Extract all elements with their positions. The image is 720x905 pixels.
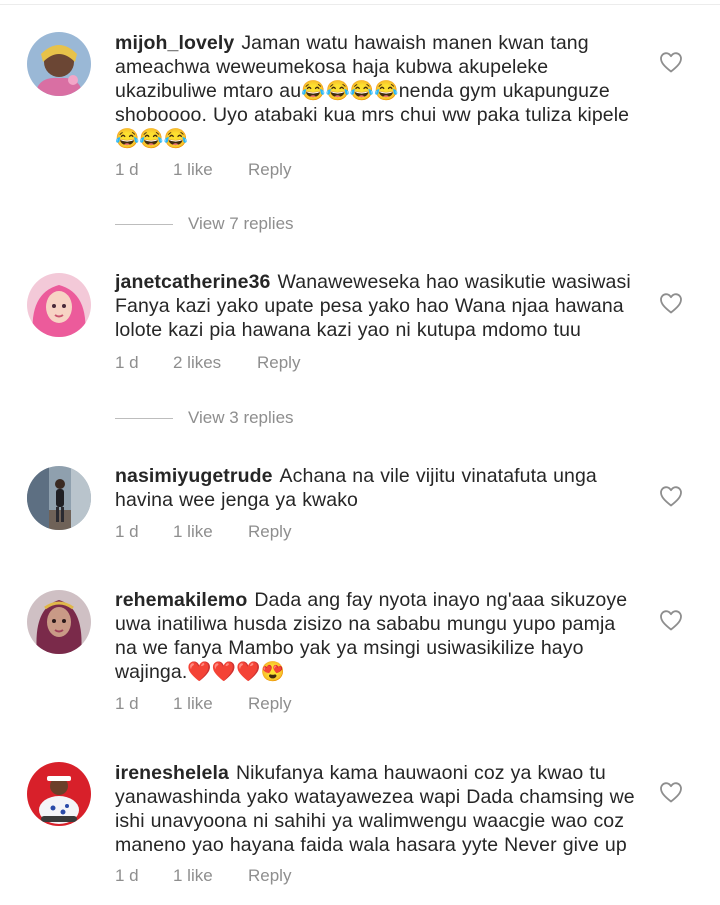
avatar[interactable] <box>27 32 91 96</box>
timestamp: 1 d <box>115 160 139 179</box>
top-divider <box>0 4 720 5</box>
avatar[interactable] <box>27 762 91 826</box>
likes-count[interactable]: 1 like <box>173 521 213 543</box>
username[interactable]: nasimiyugetrude <box>115 465 273 487</box>
comment-text: mijoh_lovely Jaman watu hawaish manen kwa… <box>115 32 630 150</box>
like-heart-icon[interactable] <box>659 485 683 507</box>
comment-text: rehemakilemo Dada ang fay nyota inayo ng'… <box>115 589 628 683</box>
username[interactable]: ireneshelela <box>115 762 229 784</box>
reply-button[interactable]: Reply <box>248 521 291 543</box>
likes-count[interactable]: 1 like <box>173 159 213 181</box>
username[interactable]: janetcatherine36 <box>115 271 271 293</box>
username[interactable]: mijoh_lovely <box>115 32 234 54</box>
avatar[interactable] <box>27 466 91 530</box>
likes-count[interactable]: 2 likes <box>173 352 221 374</box>
reply-button[interactable]: Reply <box>257 352 300 374</box>
avatar[interactable] <box>27 273 91 337</box>
avatar[interactable] <box>27 590 91 654</box>
comment-text: ireneshelela Nikufanya kama hauwaoni coz … <box>115 762 635 856</box>
view-replies-button[interactable]: View 3 replies <box>188 407 294 429</box>
like-heart-icon[interactable] <box>659 609 683 631</box>
like-heart-icon[interactable] <box>659 292 683 314</box>
timestamp: 1 d <box>115 694 139 713</box>
like-heart-icon[interactable] <box>659 781 683 803</box>
reply-button[interactable]: Reply <box>248 693 291 715</box>
like-heart-icon[interactable] <box>659 51 683 73</box>
timestamp: 1 d <box>115 522 139 541</box>
username[interactable]: rehemakilemo <box>115 589 247 611</box>
timestamp: 1 d <box>115 866 139 885</box>
replies-divider <box>115 418 173 419</box>
reply-button[interactable]: Reply <box>248 159 291 181</box>
timestamp: 1 d <box>115 353 139 372</box>
view-replies-button[interactable]: View 7 replies <box>188 213 294 235</box>
comment-text: nasimiyugetrude Achana na vile vijitu vin… <box>115 465 597 511</box>
likes-count[interactable]: 1 like <box>173 693 213 715</box>
replies-divider <box>115 224 173 225</box>
reply-button[interactable]: Reply <box>248 865 291 887</box>
comment-text: janetcatherine36 Wanaweweseka hao wasikut… <box>115 271 631 341</box>
likes-count[interactable]: 1 like <box>173 865 213 887</box>
